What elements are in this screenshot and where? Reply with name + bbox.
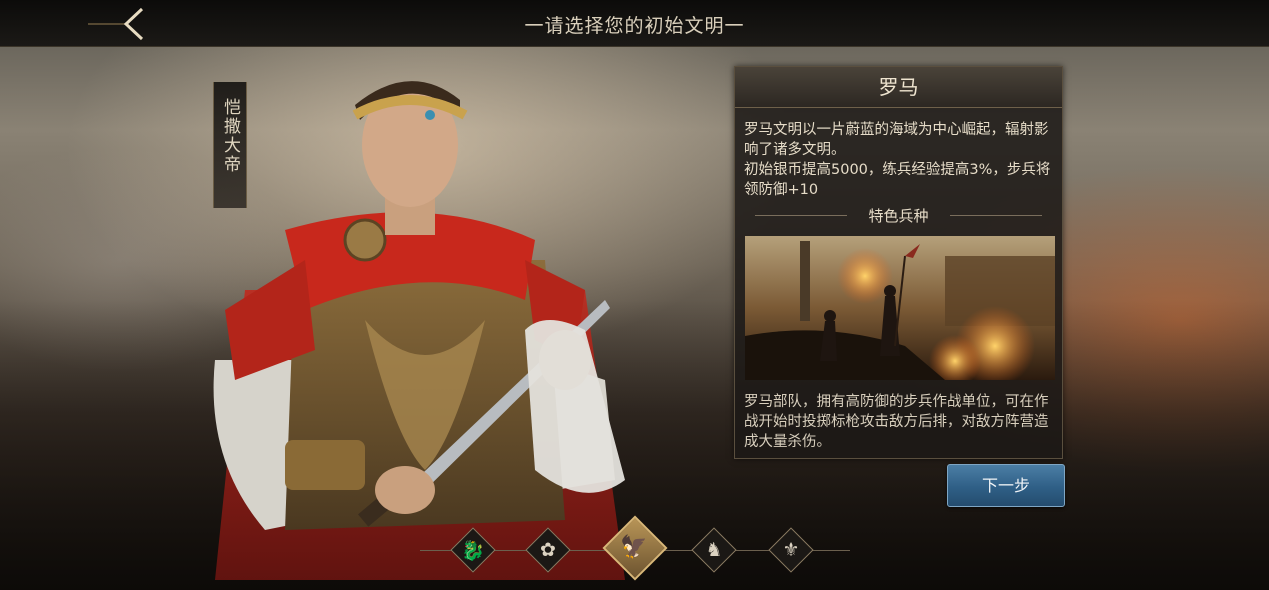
civilization-lore: 罗马文明以一片蔚蓝的海域为中心崛起，辐射影响了诸多文明。 [744,122,1049,158]
next-step-button[interactable]: 下一步 [947,464,1065,507]
top-bar: 一请选择您的初始文明一 [0,0,1269,47]
leader-name-tag: 恺撒大帝 [213,82,247,208]
rose-icon: ✿ [540,539,556,561]
civilization-description: 罗马文明以一片蔚蓝的海域为中心崛起，辐射影响了诸多文明。 初始银币提高5000，… [744,120,1056,200]
lion-icon: ♞ [705,539,723,561]
civilization-info-panel: 罗马 罗马文明以一片蔚蓝的海域为中心崛起，辐射影响了诸多文明。 初始银币提高50… [734,66,1063,459]
special-unit-description: 罗马部队，拥有高防御的步兵作战单位，可在作战开始时投掷标枪攻击敌方后排，对敌方阵… [744,394,1049,450]
divider-line-right [950,215,1042,216]
dragon-icon: 🐉 [461,539,485,562]
leader-name: 恺撒大帝 [220,98,240,174]
special-unit-image [745,236,1055,380]
civ-option-rose[interactable]: ✿ [525,527,571,573]
civ-option-fleur[interactable]: ⚜ [768,527,814,573]
civ-option-dragon[interactable]: 🐉 [450,527,496,573]
civilization-bonus: 初始银币提高5000，练兵经验提高3%，步兵将领防御+10 [744,162,1051,198]
special-unit-divider: 特色兵种 [755,206,1042,225]
civ-option-eagle[interactable]: 🦅 [602,515,668,581]
fleur-de-lis-icon: ⚜ [782,539,800,561]
civ-option-lion[interactable]: ♞ [691,527,737,573]
page-title: 一请选择您的初始文明一 [524,15,745,37]
eagle-icon: 🦅 [620,534,648,560]
leader-portrait [213,81,625,580]
civilization-name: 罗马 [735,67,1062,108]
